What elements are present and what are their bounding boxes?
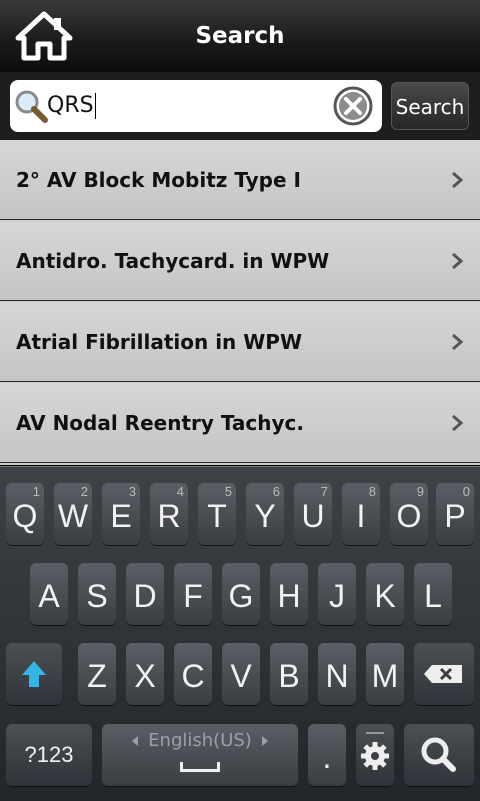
key-q[interactable]: 1Q xyxy=(6,483,44,545)
key-m[interactable]: M xyxy=(366,643,404,705)
title-bar: Search xyxy=(0,0,480,72)
key-label: Z xyxy=(87,658,107,694)
list-item[interactable]: Antidro. Tachycard. in WPW xyxy=(0,221,480,301)
key-s[interactable]: S xyxy=(78,563,116,625)
list-item[interactable]: Atrial Fibrillation in WPW xyxy=(0,302,480,382)
search-query: QRS xyxy=(47,93,96,119)
key-t[interactable]: 5T xyxy=(198,483,236,545)
key-label: P xyxy=(444,498,466,534)
key-z[interactable]: Z xyxy=(78,643,116,705)
key-x[interactable]: X xyxy=(126,643,164,705)
space-key[interactable]: English(US) xyxy=(102,724,298,786)
key-label: H xyxy=(277,578,301,614)
chevron-right-icon xyxy=(452,414,464,432)
key-l[interactable]: L xyxy=(414,563,452,625)
key-label: Q xyxy=(12,498,38,534)
search-bar: QRS Search xyxy=(0,72,480,140)
key-h[interactable]: H xyxy=(270,563,308,625)
key-label: M xyxy=(371,658,399,694)
key-label: ?123 xyxy=(24,742,74,767)
key-label: K xyxy=(374,578,396,614)
key-label: U xyxy=(301,498,325,534)
clear-icon[interactable] xyxy=(332,85,374,127)
key-label: Y xyxy=(254,498,276,534)
key-b[interactable]: B xyxy=(270,643,308,705)
key-label: V xyxy=(230,658,252,694)
key-label: C xyxy=(181,658,205,694)
key-n[interactable]: N xyxy=(318,643,356,705)
list-item-label: AV Nodal Reentry Tachyc. xyxy=(16,411,305,435)
key-label: D xyxy=(133,578,157,614)
shift-key[interactable] xyxy=(6,643,62,705)
key-y[interactable]: 6Y xyxy=(246,483,284,545)
key-label: J xyxy=(329,578,345,614)
key-label: R xyxy=(157,498,181,534)
key-label: G xyxy=(228,578,254,614)
key-e[interactable]: 3E xyxy=(102,483,140,545)
key-label: . xyxy=(322,739,332,775)
key-g[interactable]: G xyxy=(222,563,260,625)
key-label: X xyxy=(134,658,156,694)
key-k[interactable]: K xyxy=(366,563,404,625)
key-w[interactable]: 2W xyxy=(54,483,92,545)
list-item[interactable]: 2° AV Block Mobitz Type I xyxy=(0,140,480,220)
delete-key[interactable] xyxy=(414,643,474,705)
settings-key[interactable] xyxy=(356,724,394,786)
magnifier-icon xyxy=(15,90,48,123)
key-label: S xyxy=(86,578,108,614)
chevron-right-icon xyxy=(452,333,464,351)
key-i[interactable]: 8I xyxy=(342,483,380,545)
key-label: N xyxy=(325,658,349,694)
symbols-key[interactable]: ?123 xyxy=(6,724,92,786)
list-item-label: Antidro. Tachycard. in WPW xyxy=(16,249,330,273)
key-label: A xyxy=(38,578,60,614)
key-label: L xyxy=(424,578,442,614)
results-list: 2° AV Block Mobitz Type I Antidro. Tachy… xyxy=(0,140,480,465)
backspace-icon xyxy=(424,665,462,683)
key-u[interactable]: 7U xyxy=(294,483,332,545)
key-label: I xyxy=(356,498,366,534)
key-label: E xyxy=(110,498,132,534)
gear-icon xyxy=(361,732,389,770)
key-label: F xyxy=(183,578,203,614)
language-next-icon xyxy=(262,736,268,746)
search-key[interactable] xyxy=(404,724,474,786)
period-key[interactable]: . xyxy=(308,724,346,786)
key-f[interactable]: F xyxy=(174,563,212,625)
key-v[interactable]: V xyxy=(222,643,260,705)
list-item-label: Atrial Fibrillation in WPW xyxy=(16,330,303,354)
key-o[interactable]: 9O xyxy=(390,483,428,545)
search-button[interactable]: Search xyxy=(391,82,469,130)
list-item[interactable]: AV Nodal Reentry Tachyc. xyxy=(0,383,480,463)
key-p[interactable]: 0P xyxy=(436,483,474,545)
key-j[interactable]: J xyxy=(318,563,356,625)
key-label: T xyxy=(207,498,227,534)
key-label: B xyxy=(278,658,300,694)
key-label: W xyxy=(57,498,89,534)
shift-arrow-icon xyxy=(22,661,46,687)
space-bar-icon xyxy=(180,762,220,772)
key-d[interactable]: D xyxy=(126,563,164,625)
chevron-right-icon xyxy=(452,252,464,270)
page-title: Search xyxy=(195,23,285,49)
key-a[interactable]: A xyxy=(30,563,68,625)
chevron-right-icon xyxy=(452,171,464,189)
search-input[interactable]: QRS xyxy=(10,80,382,132)
language-label: English(US) xyxy=(148,730,252,751)
list-item-label: 2° AV Block Mobitz Type I xyxy=(16,168,301,192)
search-icon xyxy=(421,737,456,772)
key-label: O xyxy=(396,498,422,534)
key-r[interactable]: 4R xyxy=(150,483,188,545)
soft-keyboard: 1Q 2W 3E 4R 5T 6Y 7U 8I 9O 0P A S D F G … xyxy=(0,466,480,801)
key-c[interactable]: C xyxy=(174,643,212,705)
